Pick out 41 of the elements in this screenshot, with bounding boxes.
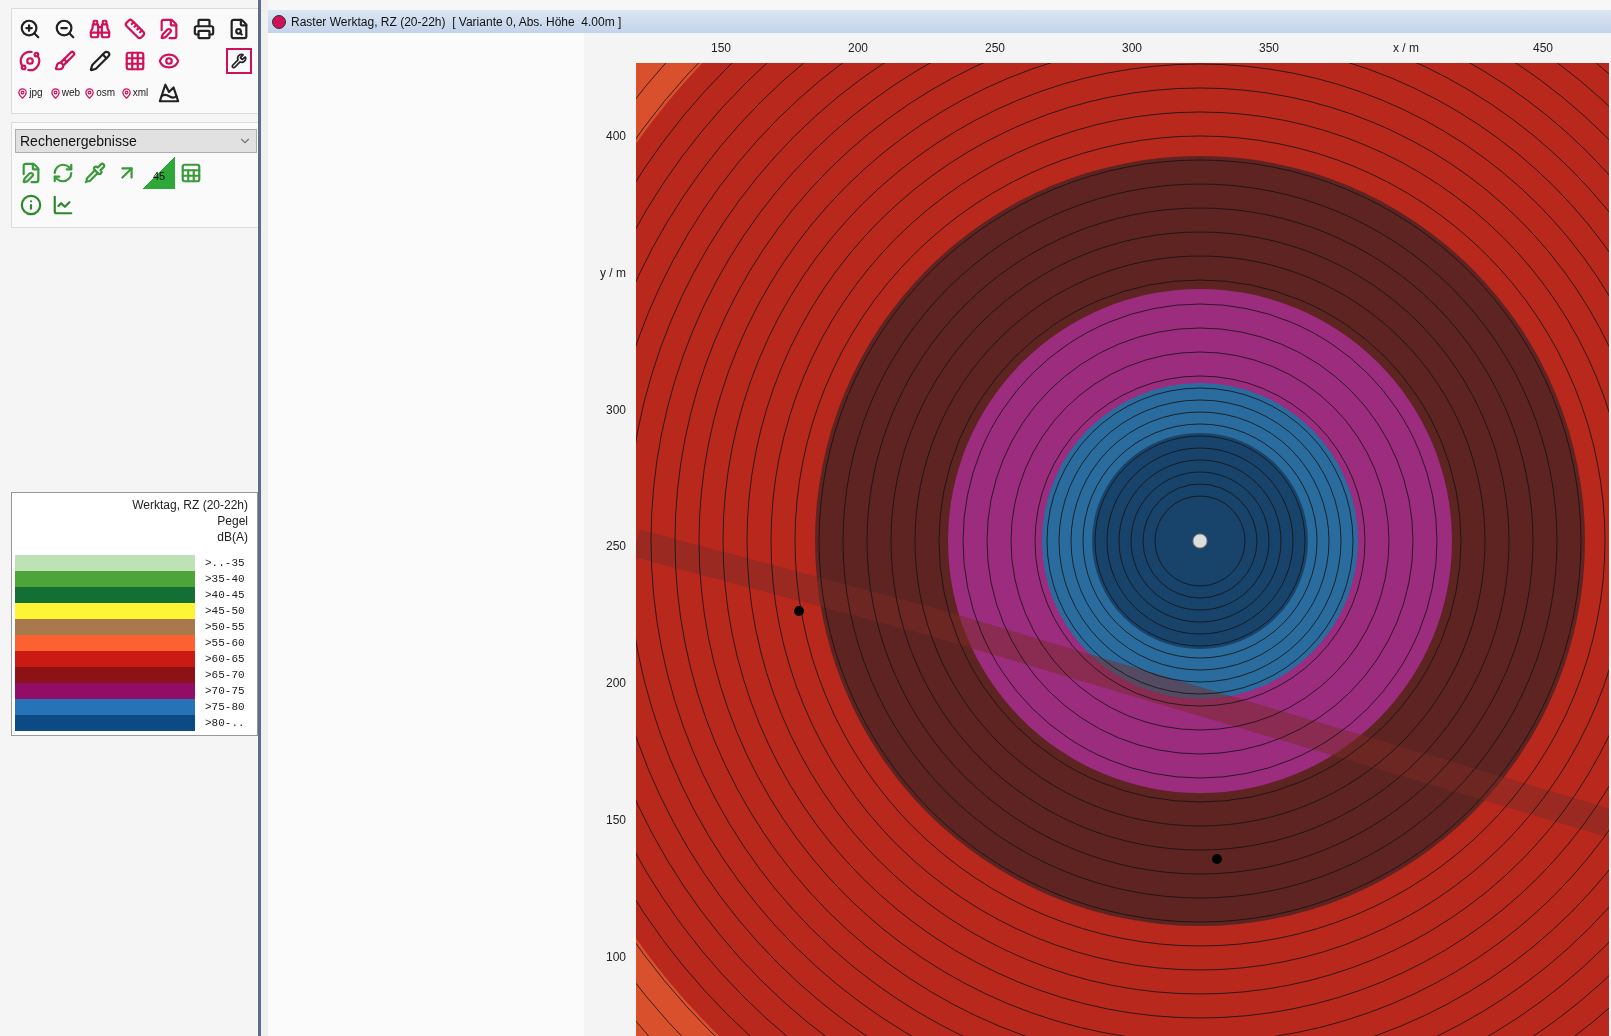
legend-quantity: Pegel [217,513,248,529]
export-button[interactable]: osm [83,77,116,109]
x-axis-label: 350 [1259,40,1279,57]
y-axis-label: 250 [605,538,626,556]
x-axis-label: 200 [848,40,868,57]
y-axis-label: 150 [605,812,626,829]
x-axis-label: 150 [711,40,731,57]
legend-label: >..-35 [205,555,245,571]
tools-button[interactable] [226,48,253,74]
legend-unit: dB(A) [217,529,248,545]
legend-label: >65-70 [205,667,245,683]
map-pin-icon [49,87,61,99]
x-axis-label: 300 [1122,40,1142,57]
legend-title: Werktag, RZ (20-22h) [132,497,248,513]
y-axis-label: 200 [605,675,626,693]
export-button[interactable]: web [48,77,81,109]
y-axis-label: 400 [605,128,626,145]
x-axis-label: 250 [985,40,1005,57]
legend-label: >40-45 [205,587,245,603]
legend-label: >35-40 [205,571,245,587]
slope-button[interactable]: 45 [143,157,175,189]
y-axis-label: 300 [605,401,626,419]
legend-label: >80-.. [205,715,245,731]
legend-label: >60-65 [205,651,245,667]
window-title: Raster Werktag, RZ (20-22h) [ Variante 0, Abs. Höhe 4.00m ] [291,13,622,31]
map-pin-icon [17,87,29,99]
legend-label: >45-50 [205,603,245,619]
export-button[interactable]: xml [118,77,151,109]
y-axis-label: y / m [600,264,626,282]
map-pin-icon [84,87,96,99]
app-logo-icon [272,14,286,29]
legend-label: >50-55 [205,619,245,635]
map-pin-icon [120,87,132,99]
x-axis-label: 450 [1533,40,1553,57]
legend-label: >75-80 [205,699,245,715]
export-button[interactable]: jpg [14,77,46,109]
layer-dropdown[interactable]: Rechenergebnisse [15,129,257,153]
x-axis-label: x / m [1393,40,1419,57]
y-axis-label: 100 [605,948,626,966]
legend-label: >55-60 [205,635,245,651]
legend-label: >70-75 [205,683,245,699]
